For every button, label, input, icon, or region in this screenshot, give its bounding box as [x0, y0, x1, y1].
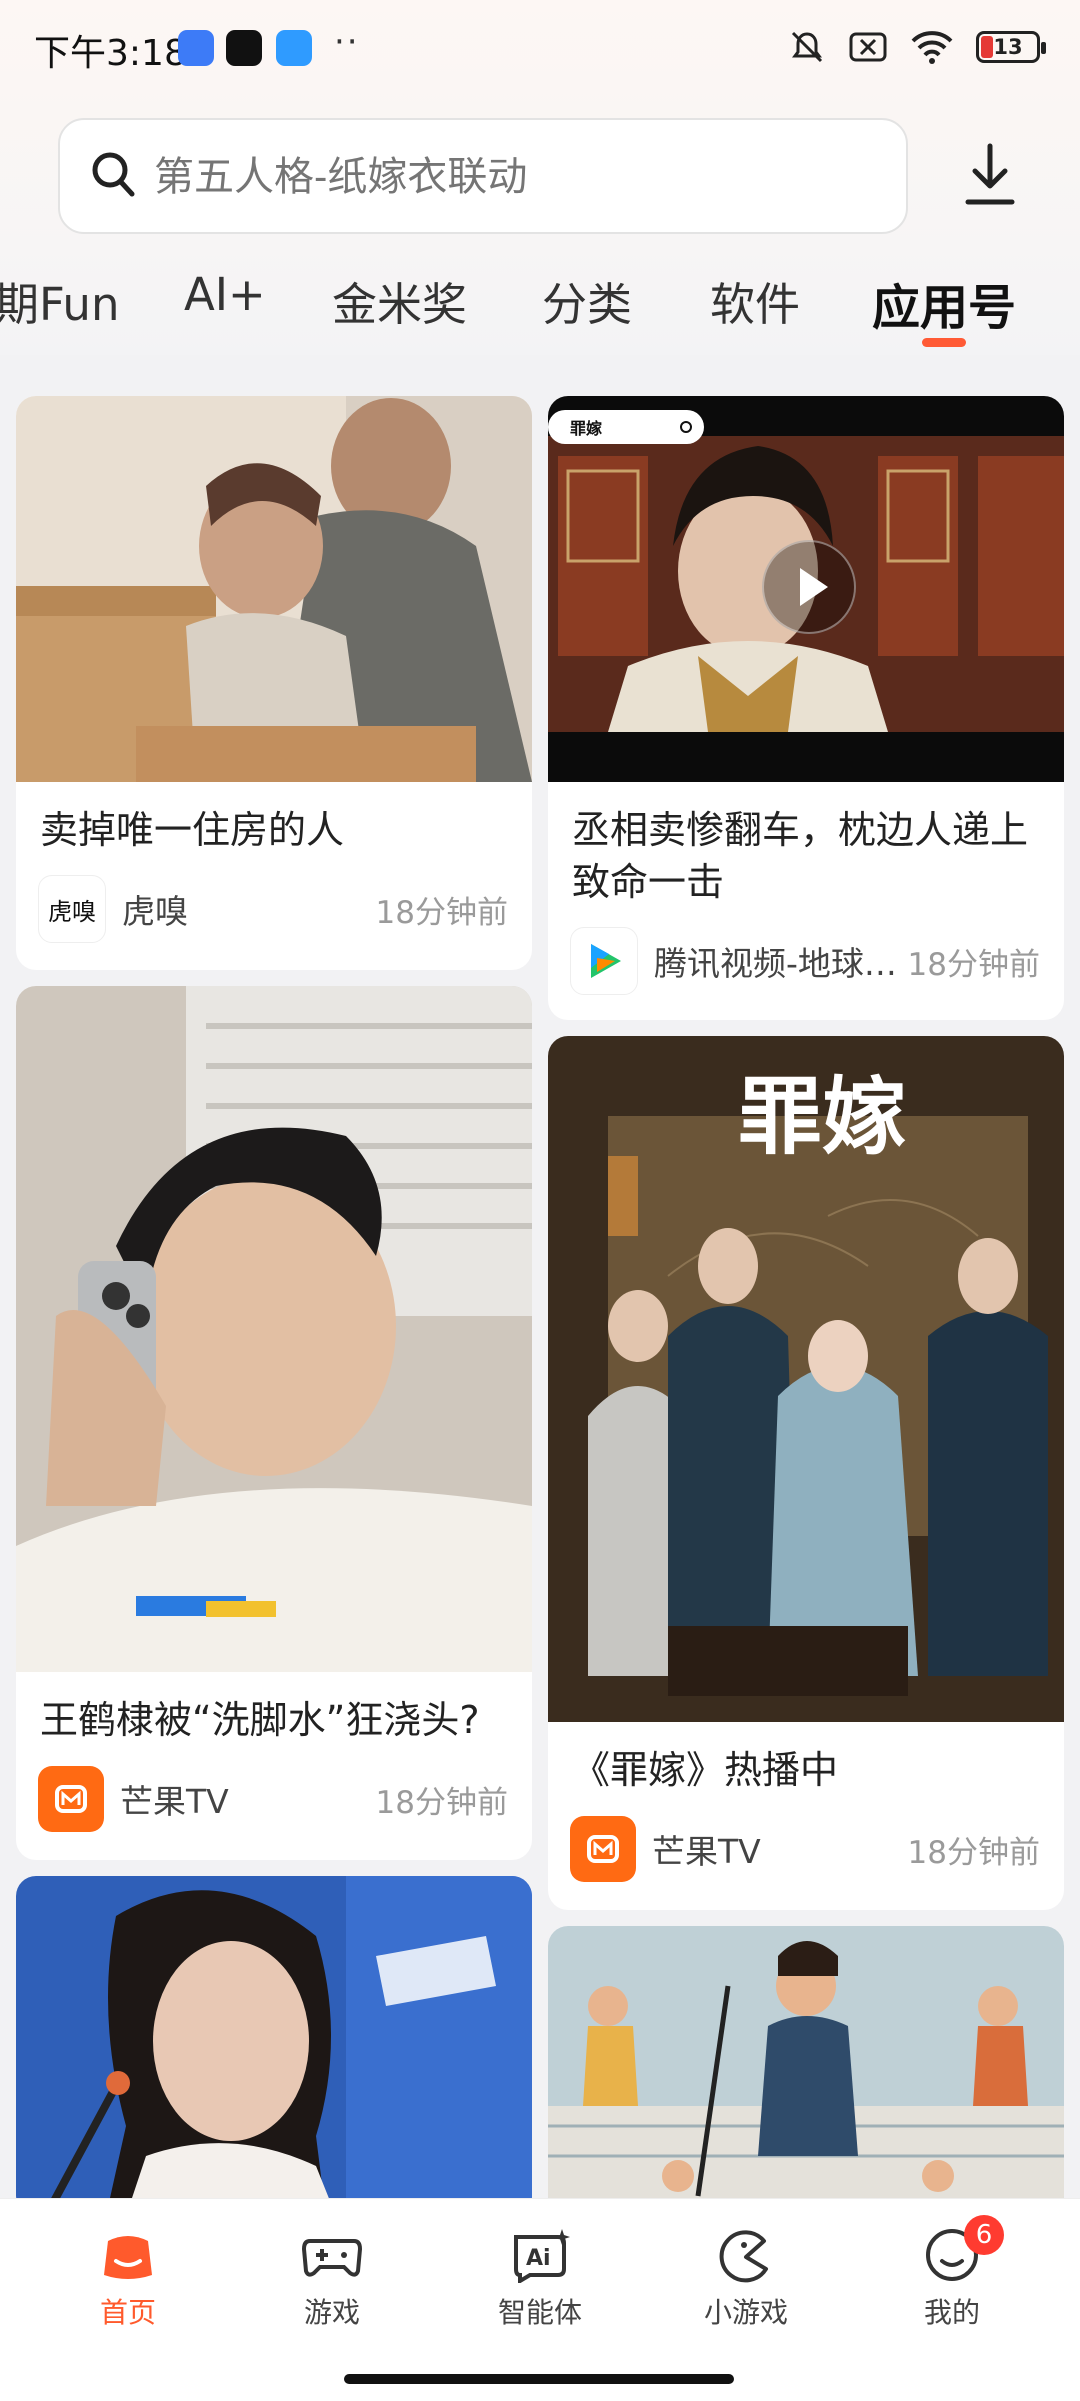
video-thumbnail: 罪嫁: [548, 396, 1064, 782]
status-time: 下午3:18: [34, 33, 187, 74]
feed-card[interactable]: [548, 1926, 1064, 2216]
mango-tv-logo: [38, 1766, 104, 1832]
home-icon: [104, 2236, 152, 2279]
search-input[interactable]: [152, 120, 856, 234]
nav-home[interactable]: 首页: [58, 2199, 198, 2331]
tab-golden-mi-award[interactable]: 金米奖: [332, 268, 467, 333]
tiktok-icon: [226, 30, 262, 66]
nav-label: 游戏: [303, 2296, 360, 2329]
mango-tv-logo: [570, 1816, 636, 1882]
publish-time: 18分钟前: [375, 894, 508, 931]
bottom-navigation: 首页 游戏 Ai 智能体 小游戏 6 我的: [0, 2198, 1080, 2401]
article-meta: 芒果TV 18分钟前: [16, 1746, 532, 1834]
battery-level: 13: [993, 35, 1023, 59]
source-name[interactable]: 腾讯视频-地球…: [654, 937, 898, 985]
message-app-icon: [276, 30, 312, 66]
feed-card[interactable]: [16, 1876, 532, 2216]
article-title: 王鹤棣被“洗脚水”狂浇头?: [40, 1698, 480, 1742]
article-title: 丞相卖惨翻车，枕边人递上致命一击: [572, 808, 1029, 904]
article-thumbnail: [16, 986, 532, 1672]
publish-time: 18分钟前: [907, 1834, 1040, 1871]
feed-card[interactable]: 卖掉唯一住房的人 虎嗅 虎嗅 18分钟前: [16, 396, 532, 970]
source-name[interactable]: 虎嗅: [122, 885, 366, 933]
notification-app-icon: [178, 30, 214, 66]
article-meta: 腾讯视频-地球… 18分钟前: [548, 908, 1064, 996]
article-title: 卖掉唯一住房的人: [40, 808, 345, 852]
nav-label: 小游戏: [703, 2296, 788, 2329]
feed-card[interactable]: 罪嫁 丞相卖惨翻车，枕边人递上致命一击 腾讯视频-地球… 18分钟前: [548, 396, 1064, 1020]
video-overlay-label: 罪嫁: [570, 419, 602, 438]
article-thumbnail: [548, 1926, 1064, 2216]
notification-badge: 6: [964, 2215, 1004, 2255]
article-thumbnail: [16, 396, 532, 782]
source-name[interactable]: 芒果TV: [652, 1825, 898, 1873]
home-indicator[interactable]: [344, 2374, 734, 2384]
mute-bell-icon: [791, 31, 823, 63]
active-tab-indicator: [922, 338, 966, 347]
battery-indicator: 13: [976, 31, 1046, 63]
article-meta: 芒果TV 18分钟前: [548, 1796, 1064, 1884]
download-icon[interactable]: [958, 140, 1022, 210]
wifi-icon: [911, 31, 953, 64]
status-bar: 下午3:18 ·· 13: [0, 0, 1080, 100]
nav-label: 我的: [923, 2296, 980, 2329]
nav-games[interactable]: 游戏: [262, 2199, 402, 2331]
tab-software[interactable]: 软件: [710, 268, 800, 333]
ai-agent-icon: Ai: [514, 2229, 570, 2283]
source-name[interactable]: 芒果TV: [120, 1775, 366, 1823]
huxiu-logo: 虎嗅: [38, 875, 106, 943]
tab-fun[interactable]: 期Fun: [0, 268, 119, 333]
more-notifications-icon: ··: [334, 22, 360, 62]
search-bar[interactable]: [58, 118, 908, 234]
nav-profile[interactable]: 6 我的: [882, 2199, 1022, 2331]
tab-category[interactable]: 分类: [542, 268, 632, 333]
svg-text:Ai: Ai: [526, 2246, 551, 2271]
article-meta: 虎嗅 虎嗅 18分钟前: [16, 856, 532, 944]
poster-title: 罪嫁: [738, 1067, 906, 1166]
publish-time: 18分钟前: [375, 1784, 508, 1821]
tencent-video-logo: [570, 927, 638, 995]
mini-game-icon: [719, 2230, 768, 2283]
nav-mini-games[interactable]: 小游戏: [676, 2199, 816, 2331]
play-button[interactable]: [762, 540, 856, 634]
category-tabs: 期Fun AI+ 金米奖 分类 软件 应用号: [0, 268, 1080, 348]
nav-ai-agent[interactable]: Ai 智能体: [470, 2199, 610, 2331]
article-title: 《罪嫁》热播中: [572, 1748, 839, 1792]
nav-label: 首页: [99, 2296, 156, 2329]
tab-ai-plus[interactable]: AI+: [184, 268, 266, 321]
drama-poster: 罪嫁: [548, 1036, 1064, 1722]
feed-card[interactable]: 王鹤棣被“洗脚水”狂浇头? 芒果TV 18分钟前: [16, 986, 532, 1860]
feed-card[interactable]: 罪嫁 《罪嫁》热播中 芒果TV 18分钟前: [548, 1036, 1064, 1910]
search-icon: [92, 152, 135, 197]
sim-disabled-icon: [849, 32, 887, 62]
nav-label: 智能体: [497, 2296, 582, 2329]
tab-app-account[interactable]: 应用号: [872, 268, 1016, 338]
gamepad-icon: [301, 2239, 363, 2277]
publish-time: 18分钟前: [907, 946, 1040, 983]
status-indicators: 13: [788, 28, 1046, 66]
article-thumbnail: [16, 1876, 532, 2216]
